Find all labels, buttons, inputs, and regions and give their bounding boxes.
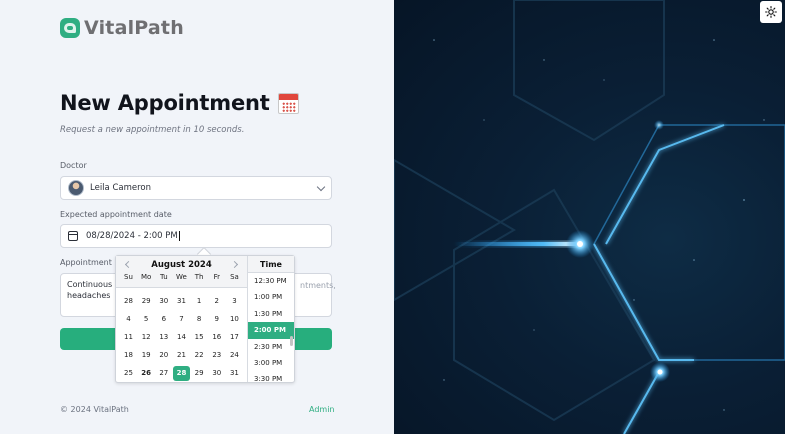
theme-toggle-button[interactable] xyxy=(760,1,782,23)
calendar-icon xyxy=(68,231,78,241)
calendar-day[interactable]: 22 xyxy=(191,348,208,363)
calendar-week: 18 19 20 21 22 23 24 xyxy=(120,346,243,364)
chevron-down-icon xyxy=(316,182,326,192)
calendar-day[interactable]: 4 xyxy=(120,312,137,327)
reason-text-overflow: ntments, xyxy=(300,281,336,290)
calendar-day[interactable]: 24 xyxy=(226,348,243,363)
calendar-day-selected[interactable]: 28 xyxy=(172,365,190,381)
date-input-value: 08/28/2024 - 2:00 PM xyxy=(86,231,178,241)
hero-background xyxy=(394,0,785,434)
weekday-label: Th xyxy=(194,273,204,281)
footer-copyright: © 2024 VitalPath xyxy=(60,405,129,414)
calendar-day[interactable]: 26 xyxy=(138,366,155,381)
calendar-week: 28 29 30 31 1 2 3 xyxy=(120,292,243,310)
calendar-day[interactable]: 19 xyxy=(138,348,155,363)
doctor-select[interactable]: Leila Cameron xyxy=(60,176,332,200)
calendar-day[interactable]: 20 xyxy=(155,348,172,363)
time-option[interactable]: 2:30 PM xyxy=(248,339,294,355)
reason-label: Appointment re xyxy=(60,258,123,267)
doctor-label: Doctor xyxy=(60,161,87,170)
calendar-day[interactable]: 5 xyxy=(138,312,155,327)
calendar-day[interactable]: 7 xyxy=(173,312,190,327)
doctor-avatar xyxy=(68,180,84,196)
vitalpath-logo-icon xyxy=(60,18,80,38)
calendar-day[interactable]: 15 xyxy=(191,330,208,345)
calendar-day[interactable]: 31 xyxy=(173,294,190,309)
weekday-label: Mo xyxy=(140,273,152,281)
time-option[interactable]: 3:00 PM xyxy=(248,355,294,371)
datepicker-popup: August 2024 Su Mo Tu We Th Fr Sa 28 29 30 31 1 2 3 4 5… xyxy=(115,255,295,383)
admin-link[interactable]: Admin xyxy=(309,405,335,414)
calendar-day[interactable]: 3 xyxy=(226,294,243,309)
calendar-week: 4 5 6 7 8 9 10 xyxy=(120,310,243,328)
calendar-day[interactable]: 6 xyxy=(155,312,172,327)
calendar-day[interactable]: 17 xyxy=(226,330,243,345)
time-header: Time xyxy=(248,256,294,273)
time-option-selected[interactable]: 2:00 PM xyxy=(248,322,294,339)
calendar-day[interactable]: 16 xyxy=(208,330,225,345)
calendar-day[interactable]: 14 xyxy=(173,330,190,345)
calendar-day[interactable]: 23 xyxy=(208,348,225,363)
calendar-week: 11 12 13 14 15 16 17 xyxy=(120,328,243,346)
calendar-day[interactable]: 18 xyxy=(120,348,137,363)
calendar-day[interactable]: 29 xyxy=(138,294,155,309)
time-option[interactable]: 1:00 PM xyxy=(248,289,294,305)
text-caret xyxy=(178,231,180,241)
calendar-day[interactable]: 29 xyxy=(191,366,208,381)
date-label: Expected appointment date xyxy=(60,210,172,219)
doctor-select-value: Leila Cameron xyxy=(90,183,151,193)
calendar-week: 25 26 27 28 29 30 31 xyxy=(120,364,243,382)
calendar-day[interactable]: 8 xyxy=(191,312,208,327)
calendar-day[interactable]: 13 xyxy=(155,330,172,345)
brand-name: VitalPath xyxy=(84,17,184,39)
page-subtitle: Request a new appointment in 10 seconds. xyxy=(60,125,245,135)
time-scrollbar[interactable] xyxy=(290,336,293,346)
time-panel: Time 12:30 PM 1:00 PM 1:30 PM 2:00 PM 2:30 P… xyxy=(248,256,294,382)
calendar-day[interactable]: 9 xyxy=(208,312,225,327)
calendar-day[interactable]: 12 xyxy=(138,330,155,345)
page-title-row: New Appointment xyxy=(60,91,299,115)
weekday-label: Tu xyxy=(159,273,168,281)
weekday-label: Fr xyxy=(213,273,220,281)
calendar-days: 28 29 30 31 1 2 3 4 5 6 7 8 9 10 11 12 13 14 15 16 17 18 19 20 2… xyxy=(120,292,243,382)
calendar-emoji-icon xyxy=(277,92,299,114)
brand-logo[interactable]: VitalPath xyxy=(60,17,184,39)
calendar-panel: August 2024 Su Mo Tu We Th Fr Sa 28 29 30 31 1 2 3 4 5… xyxy=(116,256,248,382)
calendar-day[interactable]: 30 xyxy=(208,366,225,381)
time-list[interactable]: 12:30 PM 1:00 PM 1:30 PM 2:00 PM 2:30 PM 3:00… xyxy=(248,273,294,382)
time-option[interactable]: 1:30 PM xyxy=(248,306,294,322)
date-input[interactable]: 08/28/2024 - 2:00 PM xyxy=(60,224,332,248)
sun-icon xyxy=(765,6,777,18)
weekday-label: Su xyxy=(124,273,133,281)
calendar-header: August 2024 Su Mo Tu We Th Fr Sa xyxy=(116,256,247,288)
page-title: New Appointment xyxy=(60,91,270,115)
calendar-day[interactable]: 21 xyxy=(173,348,190,363)
calendar-day[interactable]: 2 xyxy=(208,294,225,309)
time-option[interactable]: 3:30 PM xyxy=(248,371,294,382)
calendar-day[interactable]: 11 xyxy=(120,330,137,345)
calendar-day[interactable]: 31 xyxy=(226,366,243,381)
weekday-row: Su Mo Tu We Th Fr Sa xyxy=(120,273,243,281)
calendar-day[interactable]: 25 xyxy=(120,366,137,381)
calendar-day[interactable]: 27 xyxy=(155,366,172,381)
hexagon-glow-graphic xyxy=(394,0,785,434)
calendar-day[interactable]: 28 xyxy=(120,294,137,309)
weekday-label: We xyxy=(176,273,187,281)
calendar-day[interactable]: 1 xyxy=(191,294,208,309)
weekday-label: Sa xyxy=(230,273,239,281)
calendar-day[interactable]: 10 xyxy=(226,312,243,327)
calendar-month: August 2024 xyxy=(151,260,212,270)
time-option[interactable]: 12:30 PM xyxy=(248,273,294,289)
calendar-day[interactable]: 30 xyxy=(155,294,172,309)
